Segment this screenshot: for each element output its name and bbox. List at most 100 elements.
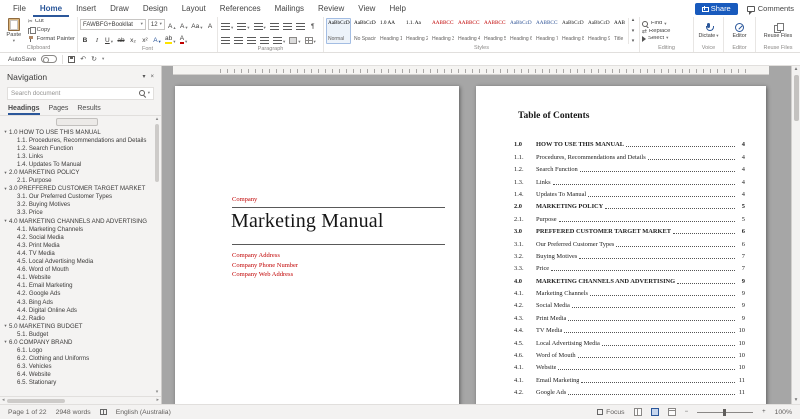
expand-triangle-icon[interactable]: ▾ <box>2 129 9 135</box>
toc-entry[interactable]: 2.1. Purpose 5 <box>514 212 745 224</box>
toc-entry[interactable]: 1.3. Links 4 <box>514 175 745 187</box>
nav-heading[interactable]: 2.1. Purpose <box>2 177 152 185</box>
strikethrough-button[interactable]: ab <box>116 33 126 44</box>
style-heading-9[interactable]: AaBbCcD Heading 9 <box>586 18 611 44</box>
nav-horizontal-scrollbar-thumb[interactable] <box>6 398 65 403</box>
numbering-button[interactable]: ▾ <box>236 19 250 30</box>
nav-heading[interactable]: ▾ 6.0 COMPANY BRAND <box>2 338 152 346</box>
replace-button[interactable]: ⇄ Replace <box>642 29 691 35</box>
page-indicator[interactable]: Page 1 of 22 <box>8 409 47 416</box>
scroll-down-icon[interactable]: ▾ <box>795 397 798 404</box>
tab-home[interactable]: Home <box>33 0 69 17</box>
align-right-button[interactable] <box>246 33 257 44</box>
paste-button[interactable]: Paste ▾ <box>2 18 26 44</box>
shading-button[interactable]: ▾ <box>288 33 301 44</box>
toc-entry[interactable]: 4.2. Google Ads 11 <box>514 386 745 398</box>
web-layout-button[interactable] <box>667 408 676 416</box>
nav-tab-headings[interactable]: Headings <box>8 104 40 115</box>
toc-entry[interactable]: 1.1. Procedures, Recommendations and Deta… <box>514 150 745 162</box>
text-effects-button[interactable]: A ▾ <box>152 33 162 44</box>
font-size-combobox[interactable]: 12 ▾ <box>147 19 165 30</box>
tab-draw[interactable]: Draw <box>103 0 136 17</box>
format-painter-button[interactable]: Format Painter <box>28 36 75 43</box>
style-title[interactable]: AAB Title <box>612 18 627 44</box>
font-name-combobox[interactable]: FAWBFG+Bookllat ▾ <box>80 19 146 30</box>
align-left-button[interactable] <box>220 33 231 44</box>
styles-scroll-down-icon[interactable]: ▾ <box>632 28 635 34</box>
navigation-menu-icon[interactable]: ▾ <box>142 74 145 80</box>
decrease-indent-button[interactable] <box>269 19 280 30</box>
toc-entry[interactable]: 3.1. Our Preferred Customer Types 6 <box>514 237 745 249</box>
style-heading-8[interactable]: AaBbCcD Heading 8 <box>560 18 585 44</box>
style-no-spacing[interactable]: AaBbCcDdE No Spacing <box>352 18 377 44</box>
grow-font-button[interactable]: A ▴ <box>167 19 177 30</box>
nav-heading[interactable]: ▾ 3.0 PREFFERED CUSTOMER TARGET MARKET <box>2 185 152 193</box>
expand-triangle-icon[interactable]: ▾ <box>2 323 9 329</box>
nav-heading[interactable]: 6.1. Logo <box>2 347 152 355</box>
style-heading-1[interactable]: 1.0 AA Heading 1 <box>378 18 403 44</box>
nav-heading[interactable]: 5.1. Budget <box>2 330 152 338</box>
toc-entry[interactable]: 4.1. Email Marketing 11 <box>514 373 745 385</box>
toc-entry[interactable]: 1.0 HOW TO USE THIS MANUAL 4 <box>514 138 745 150</box>
bullets-button[interactable]: ▾ <box>220 19 234 30</box>
change-case-button[interactable]: Aa ▾ <box>191 19 203 30</box>
nav-horizontal-scrollbar[interactable]: ◂ ▸ <box>0 396 161 404</box>
nav-heading[interactable]: ▾ 1.0 HOW TO USE THIS MANUAL <box>2 128 152 136</box>
subscript-button[interactable]: x₂ <box>128 33 138 44</box>
page-2-toc[interactable]: Table of Contents 1.0 HOW TO USE THIS MAN… <box>476 86 766 404</box>
style-normal[interactable]: AaBbCcDdE Normal <box>326 18 351 44</box>
cut-button[interactable]: ✂ Cut <box>28 19 75 25</box>
nav-heading[interactable]: 4.2. Radio <box>2 314 152 322</box>
tab-mailings[interactable]: Mailings <box>268 0 311 17</box>
find-button[interactable]: Find ▾ <box>642 20 691 28</box>
toc-entry[interactable]: 2.0 MARKETING POLICY 5 <box>514 200 745 212</box>
nav-heading[interactable]: 4.4. Digital Online Ads <box>2 306 152 314</box>
comments-button[interactable]: Comments <box>746 4 794 15</box>
page-1-cover[interactable]: Company Marketing Manual Company Address… <box>175 86 459 404</box>
toc-entry[interactable]: 4.1. Marketing Channels 9 <box>514 287 745 299</box>
expand-triangle-icon[interactable]: ▾ <box>2 339 9 345</box>
superscript-button[interactable]: x² <box>140 33 150 44</box>
styles-scroll-up-icon[interactable]: ▴ <box>632 18 635 23</box>
nav-heading[interactable]: 3.2. Buying Motives <box>2 201 152 209</box>
document-scrollbar-thumb[interactable] <box>793 74 799 121</box>
nav-heading[interactable]: 4.1. Email Marketing <box>2 282 152 290</box>
nav-heading[interactable]: 4.3. Bing Ads <box>2 298 152 306</box>
zoom-slider[interactable] <box>697 408 754 416</box>
tab-help[interactable]: Help <box>382 0 412 17</box>
select-button[interactable]: Select ▾ <box>642 35 691 42</box>
nav-heading[interactable]: ▾ 2.0 MARKETING POLICY <box>2 168 152 176</box>
style-heading-2[interactable]: 1.1. Aa Heading 2 <box>404 18 429 44</box>
toc-entry[interactable]: 4.4. TV Media 10 <box>514 324 745 336</box>
scroll-right-icon[interactable]: ▸ <box>156 398 159 403</box>
redo-icon[interactable]: ↻ <box>91 56 97 63</box>
tab-references[interactable]: References <box>213 0 268 17</box>
toc-entry[interactable]: 4.0 MARKETING CHANNELS AND ADVERTISING 9 <box>514 274 745 286</box>
editor-button[interactable]: Editor <box>726 22 753 39</box>
nav-heading[interactable]: 6.2. Clothing and Uniforms <box>2 355 152 363</box>
print-layout-button[interactable] <box>650 408 659 416</box>
nav-heading[interactable]: 4.6. Word of Mouth <box>2 266 152 274</box>
focus-button[interactable]: Focus <box>597 409 625 416</box>
zoom-out-button[interactable]: − <box>685 409 689 415</box>
nav-scrollbar-thumb[interactable] <box>155 124 159 182</box>
read-mode-button[interactable] <box>633 408 642 416</box>
nav-heading[interactable]: 6.3. Vehicles <box>2 363 152 371</box>
tab-design[interactable]: Design <box>136 0 175 17</box>
nav-heading[interactable]: ▾ 5.0 MARKETING BUDGET <box>2 322 152 330</box>
scroll-left-icon[interactable]: ◂ <box>2 398 5 403</box>
justify-button[interactable] <box>259 33 270 44</box>
document-scrollbar[interactable]: ▴ ▾ <box>791 66 800 404</box>
nav-heading[interactable]: 3.1. Our Preferred Customer Types <box>2 193 152 201</box>
nav-heading[interactable]: 4.3. Print Media <box>2 241 152 249</box>
scroll-down-icon[interactable]: ▾ <box>156 390 159 395</box>
nav-heading[interactable]: 4.5. Local Advertising Media <box>2 258 152 266</box>
share-button[interactable]: Share <box>694 2 738 15</box>
dictate-button[interactable]: Dictate ▾ <box>696 22 721 39</box>
nav-heading[interactable]: 1.3. Links <box>2 152 152 160</box>
style-heading-5[interactable]: AABBCCD Heading 5 <box>482 18 507 44</box>
borders-button[interactable]: ▾ <box>304 33 317 44</box>
underline-button[interactable]: U ▾ <box>104 33 114 44</box>
bold-button[interactable]: B <box>80 33 90 44</box>
line-spacing-button[interactable]: ▾ <box>272 33 286 44</box>
